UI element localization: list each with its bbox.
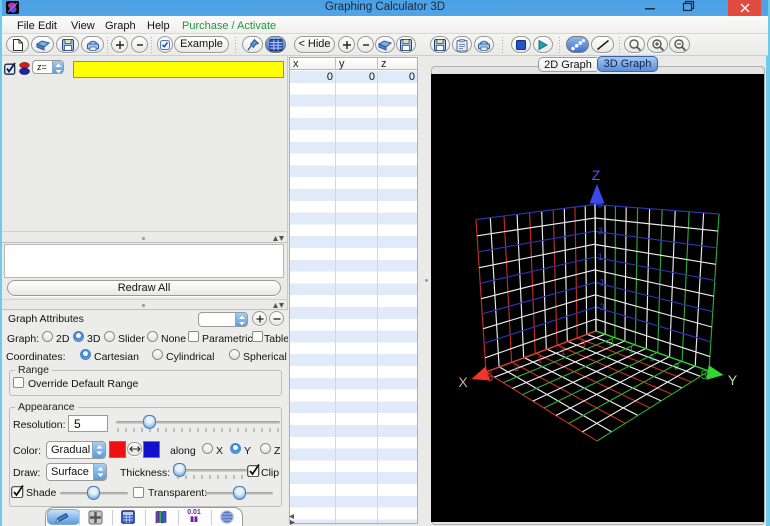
svg-text:X: X	[458, 374, 468, 390]
svg-text:3: 3	[598, 226, 603, 236]
svg-text:1: 1	[598, 252, 603, 262]
svg-text:5: 5	[701, 368, 708, 382]
svg-text:Y: Y	[728, 372, 738, 388]
svg-text:1: 1	[649, 353, 654, 363]
svg-text:3: 3	[514, 363, 519, 373]
svg-text:-1: -1	[558, 346, 566, 356]
svg-text:-1: -1	[597, 277, 605, 287]
svg-text:-3: -3	[597, 302, 605, 312]
svg-text:5: 5	[487, 370, 494, 384]
svg-text:-3: -3	[578, 339, 586, 349]
svg-text:5: 5	[597, 200, 602, 210]
svg-text:-3: -3	[605, 338, 613, 348]
svg-text:Z: Z	[592, 167, 601, 183]
svg-text:3: 3	[674, 361, 679, 371]
svg-text:-1: -1	[626, 345, 634, 355]
svg-text:1: 1	[537, 354, 542, 364]
